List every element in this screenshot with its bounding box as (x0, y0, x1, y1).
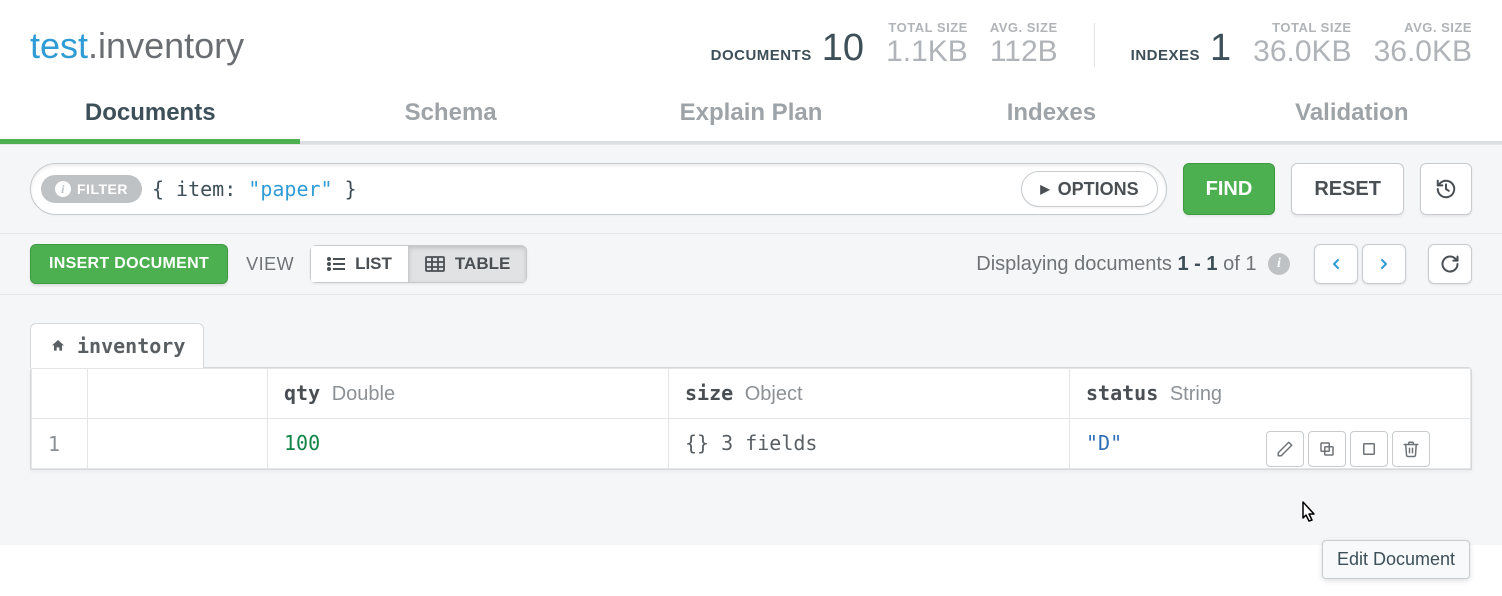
table-row[interactable]: 1 100 {} 3 fields "D" (32, 419, 1471, 469)
info-icon: i (55, 181, 71, 197)
tab-bar: Documents Schema Explain Plan Indexes Va… (0, 85, 1502, 144)
namespace-separator: . (88, 25, 98, 66)
idx-avg-size-label: AVG. SIZE (1374, 20, 1472, 35)
indexes-count: 1 (1210, 29, 1231, 67)
find-button[interactable]: FIND (1183, 163, 1276, 215)
idx-avg-size-value: 36.0KB (1374, 37, 1472, 67)
list-icon (327, 257, 345, 271)
cell-size[interactable]: {} 3 fields (669, 419, 1070, 469)
display-summary: Displaying documents 1 - 1 of 1 i (976, 253, 1290, 276)
view-toggle: LIST TABLE (310, 245, 527, 283)
data-table: qty Double size Object status String 1 1… (31, 368, 1471, 469)
filter-badge: i FILTER (41, 175, 142, 203)
header: test.inventory DOCUMENTS 10 TOTAL SIZE 1… (0, 0, 1502, 79)
doc-avg-size: AVG. SIZE 112B (990, 20, 1058, 67)
row-number: 1 (32, 419, 88, 469)
idx-avg-size: AVG. SIZE 36.0KB (1374, 20, 1472, 67)
indexes-label: INDEXES (1131, 47, 1200, 64)
doc-avg-size-value: 112B (990, 37, 1058, 67)
documents-metrics: DOCUMENTS 10 TOTAL SIZE 1.1KB AVG. SIZE … (711, 20, 1058, 67)
home-icon (49, 338, 67, 354)
indexes-metrics: INDEXES 1 TOTAL SIZE 36.0KB AVG. SIZE 36… (1131, 20, 1472, 67)
prev-page-button[interactable] (1314, 244, 1358, 284)
info-icon[interactable]: i (1268, 253, 1290, 275)
filter-input[interactable]: { item: "paper" } (152, 177, 1156, 201)
row-actions (1262, 431, 1434, 467)
query-bar: i FILTER { item: "paper" } ▶ OPTIONS FIN… (0, 144, 1502, 234)
documents-count-block: DOCUMENTS 10 (711, 29, 864, 67)
collection-breadcrumb-label: inventory (77, 334, 185, 358)
stats-bar: DOCUMENTS 10 TOTAL SIZE 1.1KB AVG. SIZE … (711, 20, 1472, 67)
column-header-size[interactable]: size Object (669, 369, 1070, 419)
caret-right-icon: ▶ (1040, 182, 1049, 196)
display-range: 1 - 1 (1177, 253, 1217, 275)
tab-schema[interactable]: Schema (300, 85, 600, 141)
column-header-qty[interactable]: qty Double (268, 369, 669, 419)
view-list-button[interactable]: LIST (310, 245, 409, 283)
chevron-left-icon (1328, 256, 1344, 272)
idx-total-size-label: TOTAL SIZE (1253, 20, 1351, 35)
options-label: OPTIONS (1058, 179, 1139, 200)
refresh-button[interactable] (1428, 244, 1472, 284)
doc-total-size: TOTAL SIZE 1.1KB (886, 20, 968, 67)
filter-badge-label: FILTER (77, 181, 128, 197)
namespace-title: test.inventory (30, 25, 244, 67)
doc-total-size-value: 1.1KB (886, 37, 968, 67)
cell-status[interactable]: "D" (1070, 419, 1471, 469)
copy-document-button[interactable] (1308, 431, 1346, 467)
trash-icon (1402, 440, 1420, 458)
history-button[interactable] (1420, 163, 1472, 215)
tab-documents[interactable]: Documents (0, 85, 300, 141)
view-label: VIEW (246, 254, 294, 275)
history-icon (1435, 178, 1457, 200)
insert-document-button[interactable]: INSERT DOCUMENT (30, 244, 228, 284)
copy-icon (1318, 440, 1336, 458)
next-page-button[interactable] (1362, 244, 1406, 284)
documents-toolbar: INSERT DOCUMENT VIEW LIST TABLE Displayi… (0, 234, 1502, 295)
refresh-icon (1440, 254, 1460, 274)
idx-total-size: TOTAL SIZE 36.0KB (1253, 20, 1351, 67)
pager (1314, 244, 1406, 284)
tab-explain-plan[interactable]: Explain Plan (601, 85, 901, 141)
data-table-wrap: qty Double size Object status String 1 1… (30, 367, 1472, 470)
db-name: test (30, 25, 88, 66)
content-area: inventory qty Double size Object status … (0, 295, 1502, 545)
view-list-label: LIST (355, 254, 392, 274)
doc-total-size-label: TOTAL SIZE (886, 20, 968, 35)
documents-label: DOCUMENTS (711, 47, 812, 64)
tab-indexes[interactable]: Indexes (901, 85, 1201, 141)
tooltip-edit-document: Edit Document (1322, 540, 1470, 579)
expand-column-header (88, 369, 268, 419)
reset-button[interactable]: RESET (1291, 163, 1404, 215)
pencil-icon (1276, 440, 1294, 458)
row-expand-cell[interactable] (88, 419, 268, 469)
edit-document-button[interactable] (1266, 431, 1304, 467)
view-table-label: TABLE (455, 254, 510, 274)
table-icon (425, 256, 445, 272)
table-header-row: qty Double size Object status String (32, 369, 1471, 419)
filter-input-wrap[interactable]: i FILTER { item: "paper" } ▶ OPTIONS (30, 163, 1167, 215)
display-total: 1 (1245, 253, 1256, 275)
stats-divider (1094, 23, 1095, 67)
collection-breadcrumb-tab[interactable]: inventory (30, 323, 204, 368)
tab-validation[interactable]: Validation (1202, 85, 1502, 141)
clone-icon (1360, 440, 1378, 458)
collection-name: inventory (98, 25, 244, 66)
cell-qty[interactable]: 100 (268, 419, 669, 469)
row-number-header (32, 369, 88, 419)
doc-avg-size-label: AVG. SIZE (990, 20, 1058, 35)
clone-document-button[interactable] (1350, 431, 1388, 467)
chevron-right-icon (1376, 256, 1392, 272)
indexes-count-block: INDEXES 1 (1131, 29, 1232, 67)
options-button[interactable]: ▶ OPTIONS (1021, 171, 1157, 207)
idx-total-size-value: 36.0KB (1253, 37, 1351, 67)
column-header-status[interactable]: status String (1070, 369, 1471, 419)
view-table-button[interactable]: TABLE (409, 245, 527, 283)
delete-document-button[interactable] (1392, 431, 1430, 467)
documents-count: 10 (822, 29, 864, 67)
